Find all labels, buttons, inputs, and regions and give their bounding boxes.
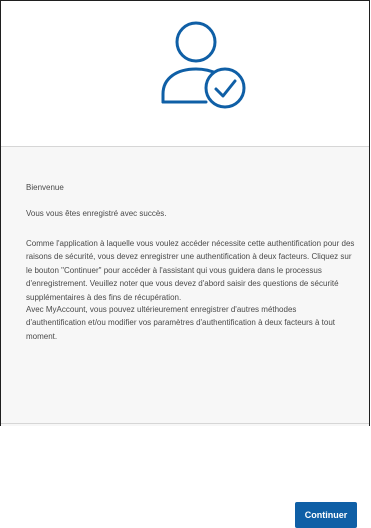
myaccount-paragraph: Avec MyAccount, vous pouvez ultérieureme… [26, 305, 336, 341]
user-check-icon [161, 21, 246, 109]
header-panel [1, 1, 369, 146]
greeting-text: Bienvenue [26, 183, 64, 192]
continue-button[interactable]: Continuer [295, 502, 357, 528]
success-message: Vous vous êtes enregistré avec succès. [26, 209, 167, 218]
registration-dialog: Bienvenue Vous vous êtes enregistré avec… [0, 0, 370, 528]
info-paragraph: Comme l'application à laquelle vous voul… [26, 239, 355, 302]
footer-divider [1, 423, 369, 424]
content-panel: Bienvenue Vous vous êtes enregistré avec… [1, 147, 369, 528]
